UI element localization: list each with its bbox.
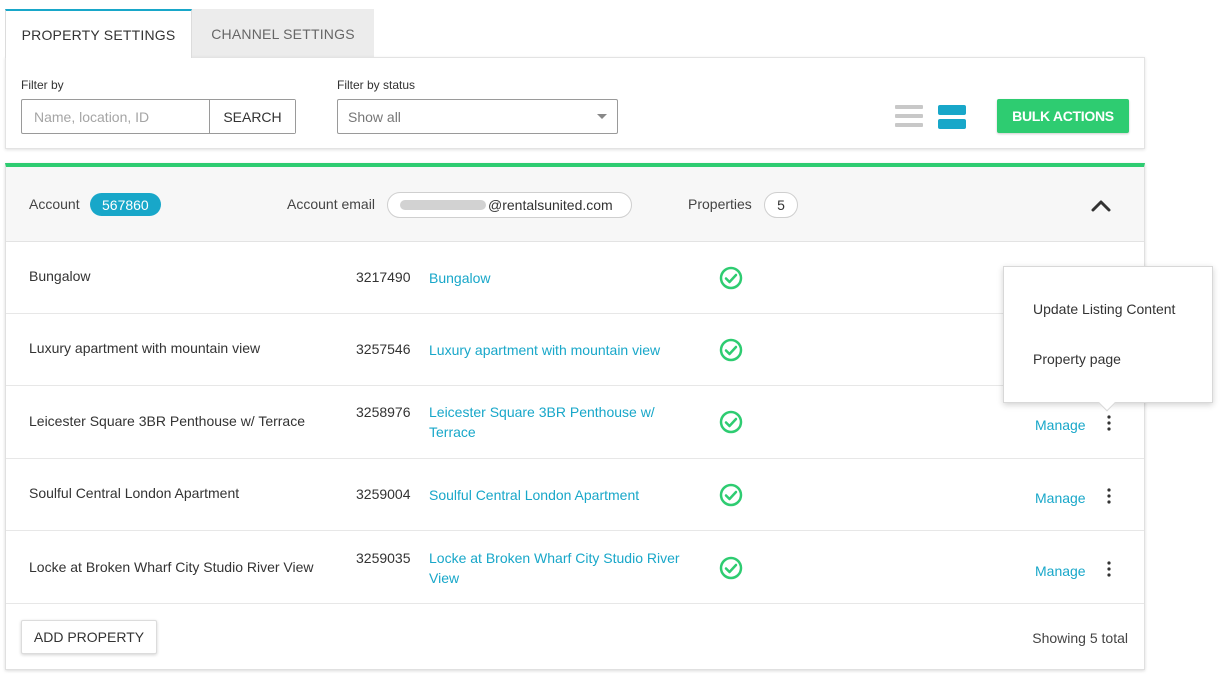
add-property-button[interactable]: ADD PROPERTY <box>21 620 157 654</box>
property-id: 3217490 <box>356 269 411 285</box>
check-circle-icon <box>719 556 743 580</box>
property-name: Soulful Central London Apartment <box>29 485 240 501</box>
check-circle-icon <box>719 410 743 434</box>
filter-by-label: Filter by <box>21 78 64 92</box>
properties-label: Properties <box>688 196 752 212</box>
search-input[interactable] <box>22 100 209 133</box>
manage-link[interactable]: Manage <box>1035 417 1086 433</box>
panel-footer: ADD PROPERTY Showing 5 total <box>6 604 1144 670</box>
account-label: Account <box>29 196 80 212</box>
menu-item-property-page[interactable]: Property page <box>1033 351 1121 367</box>
account-id-badge: 567860 <box>90 193 161 216</box>
account-header: Account 567860 Account email @rentalsuni… <box>6 167 1144 242</box>
menu-item-update-listing-content[interactable]: Update Listing Content <box>1033 301 1175 317</box>
property-id: 3259035 <box>356 550 411 566</box>
search-button[interactable]: SEARCH <box>209 100 295 133</box>
status-select[interactable]: Show all <box>337 99 618 134</box>
properties-count-badge: 5 <box>764 192 798 218</box>
property-row: Bungalow 3217490 Bungalow <box>6 242 1144 314</box>
bulk-actions-button[interactable]: BULK ACTIONS <box>997 99 1129 133</box>
account-email-pill: @rentalsunited.com <box>387 192 632 218</box>
property-link[interactable]: Luxury apartment with mountain view <box>429 340 699 360</box>
settings-tabs: PROPERTY SETTINGS CHANNEL SETTINGS <box>5 9 374 58</box>
redacted-email-prefix <box>400 200 486 210</box>
tab-property-settings[interactable]: PROPERTY SETTINGS <box>5 9 192 58</box>
property-row: Soulful Central London Apartment 3259004… <box>6 459 1144 531</box>
more-vertical-icon[interactable] <box>1103 561 1115 577</box>
card-view-icon[interactable] <box>938 105 966 129</box>
property-id: 3259004 <box>356 486 411 502</box>
property-id: 3258976 <box>356 404 411 420</box>
tab-channel-settings[interactable]: CHANNEL SETTINGS <box>192 9 374 58</box>
property-link[interactable]: Locke at Broken Wharf City Studio River … <box>429 548 699 588</box>
account-email-domain: @rentalsunited.com <box>488 197 613 213</box>
more-vertical-icon[interactable] <box>1103 415 1115 431</box>
status-select-value: Show all <box>348 108 401 125</box>
property-name: Leicester Square 3BR Penthouse w/ Terrac… <box>29 413 306 429</box>
check-circle-icon <box>719 338 743 362</box>
property-row: Luxury apartment with mountain view 3257… <box>6 314 1144 386</box>
property-link[interactable]: Bungalow <box>429 268 699 288</box>
manage-link[interactable]: Manage <box>1035 563 1086 579</box>
filter-by-status-label: Filter by status <box>337 78 416 92</box>
property-row: Locke at Broken Wharf City Studio River … <box>6 531 1144 604</box>
account-email-label: Account email <box>287 196 375 212</box>
property-name: Locke at Broken Wharf City Studio River … <box>29 559 314 575</box>
property-name: Bungalow <box>29 268 91 284</box>
check-circle-icon <box>719 266 743 290</box>
property-name: Luxury apartment with mountain view <box>29 340 261 356</box>
property-link[interactable]: Leicester Square 3BR Penthouse w/ Terrac… <box>429 402 699 442</box>
property-link[interactable]: Soulful Central London Apartment <box>429 485 699 505</box>
caret-down-icon <box>597 114 607 119</box>
showing-total: Showing 5 total <box>1032 630 1128 646</box>
search-group: SEARCH <box>21 99 296 134</box>
filter-panel: Filter by SEARCH Filter by status Show a… <box>5 57 1145 149</box>
manage-link[interactable]: Manage <box>1035 490 1086 506</box>
list-view-icon[interactable] <box>895 105 923 127</box>
check-circle-icon <box>719 483 743 507</box>
property-row: Leicester Square 3BR Penthouse w/ Terrac… <box>6 386 1144 459</box>
more-vertical-icon[interactable] <box>1103 488 1115 504</box>
property-actions-menu: Update Listing Content Property page <box>1003 266 1213 412</box>
property-id: 3257546 <box>356 341 411 357</box>
account-panel: Account 567860 Account email @rentalsuni… <box>5 163 1145 670</box>
chevron-up-icon[interactable] <box>1090 197 1112 213</box>
